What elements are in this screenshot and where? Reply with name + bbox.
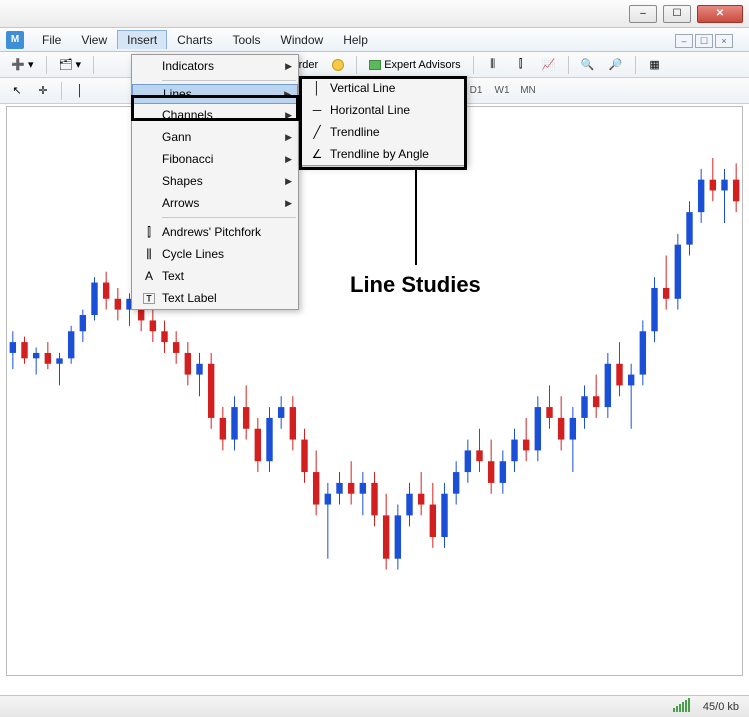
bar-chart-button[interactable]: ⫼	[481, 55, 505, 75]
ea-icon	[369, 60, 381, 70]
menu-lines[interactable]: Lines▶	[132, 84, 298, 104]
trend-icon: ╱	[304, 125, 330, 139]
menu-help[interactable]: Help	[333, 30, 378, 50]
menu-window[interactable]: Window	[271, 30, 334, 50]
lines-submenu: │Vertical Line ─Horizontal Line ╱Trendli…	[299, 76, 467, 166]
cycle-icon: ⫼	[136, 247, 162, 262]
annotation-connector	[415, 170, 417, 265]
text-icon: A	[136, 269, 162, 283]
zoom-in-button[interactable]: 🔍	[576, 55, 600, 75]
menu-gann[interactable]: Gann▶	[132, 126, 298, 148]
mdi-close-button[interactable]: ×	[715, 34, 733, 48]
chart-area[interactable]	[6, 106, 743, 676]
menu-shapes[interactable]: Shapes▶	[132, 170, 298, 192]
linechart-icon: 📈	[542, 58, 556, 72]
submenu-trendline[interactable]: ╱Trendline	[300, 121, 466, 143]
vline-button[interactable]: │	[69, 81, 91, 101]
line-chart-button[interactable]: 📈	[537, 55, 561, 75]
label-icon: 🅃	[136, 290, 162, 307]
zoom-in-icon: 🔍	[581, 58, 595, 72]
menu-insert[interactable]: Insert	[117, 30, 167, 49]
tile-button[interactable]: ▦	[643, 55, 667, 75]
menu-charts[interactable]: Charts	[167, 30, 222, 50]
crosshair-button[interactable]: ✛	[32, 81, 54, 101]
candle-icon: ⫿	[514, 58, 528, 72]
expert-advisors-button[interactable]: Expert Advisors	[364, 55, 465, 75]
candle-chart-button[interactable]: ⫿	[509, 55, 533, 75]
submenu-vertical-line[interactable]: │Vertical Line	[300, 77, 466, 99]
zoom-out-button[interactable]: 🔎	[604, 55, 628, 75]
submenu-horizontal-line[interactable]: ─Horizontal Line	[300, 99, 466, 121]
menu-view[interactable]: View	[71, 30, 117, 50]
mdi-minimize-button[interactable]: –	[675, 34, 693, 48]
insert-dropdown: Indicators▶ Lines▶ Channels▶ Gann▶ Fibon…	[131, 54, 299, 310]
mdi-maximize-button[interactable]: ☐	[695, 34, 713, 48]
timeframe-mn[interactable]: MN	[517, 81, 539, 101]
cursor-icon: ↖	[11, 84, 23, 98]
vline-icon: │	[304, 81, 330, 95]
crosshair-icon: ✛	[37, 84, 49, 98]
app-icon: M	[6, 31, 24, 49]
status-bar: 45/0 kb	[0, 695, 749, 717]
candlestick-chart	[7, 107, 742, 676]
menu-text[interactable]: AText	[132, 265, 298, 287]
vline-icon: │	[74, 84, 86, 98]
status-kb: 45/0 kb	[703, 701, 739, 713]
new-chart-button[interactable]: ➕▾	[6, 55, 39, 75]
window-close-button[interactable]: ✕	[697, 5, 743, 23]
cursor-button[interactable]: ↖	[6, 81, 28, 101]
diamond-icon	[332, 59, 344, 71]
tile-icon: ▦	[648, 58, 662, 72]
menu-text-label[interactable]: 🅃Text Label	[132, 287, 298, 309]
zoom-out-icon: 🔎	[609, 58, 623, 72]
connection-icon	[673, 698, 691, 715]
menu-pitchfork[interactable]: ⫿Andrews' Pitchfork	[132, 221, 298, 243]
menu-fibonacci[interactable]: Fibonacci▶	[132, 148, 298, 170]
angle-icon: ∠	[304, 147, 330, 161]
pitchfork-icon: ⫿	[136, 225, 162, 240]
main-toolbar: ➕▾ 🗂▾ Order Expert Advisors ⫼ ⫿ 📈 🔍 🔎 ▦	[0, 52, 749, 78]
menu-file[interactable]: File	[32, 30, 71, 50]
menu-tools[interactable]: Tools	[223, 30, 271, 50]
menu-arrows[interactable]: Arrows▶	[132, 192, 298, 214]
profiles-button[interactable]: 🗂▾	[54, 55, 87, 75]
annotation-label: Line Studies	[350, 272, 481, 298]
window-minimize-button[interactable]: –	[629, 5, 657, 23]
window-titlebar: – ☐ ✕	[0, 0, 749, 28]
barchart-icon: ⫼	[486, 58, 500, 72]
timeframe-d1[interactable]: D1	[465, 81, 487, 101]
window-maximize-button[interactable]: ☐	[663, 5, 691, 23]
plus-icon: ➕	[11, 58, 25, 72]
hline-icon: ─	[304, 103, 330, 117]
menubar: M File View Insert Charts Tools Window H…	[0, 28, 749, 52]
autotrading-button[interactable]	[327, 55, 349, 75]
menu-indicators[interactable]: Indicators▶	[132, 55, 298, 77]
timeframe-w1[interactable]: W1	[491, 81, 513, 101]
profile-icon: 🗂	[59, 58, 73, 72]
menu-cycle-lines[interactable]: ⫼Cycle Lines	[132, 243, 298, 265]
submenu-trendline-angle[interactable]: ∠Trendline by Angle	[300, 143, 466, 165]
menu-channels[interactable]: Channels▶	[132, 104, 298, 126]
